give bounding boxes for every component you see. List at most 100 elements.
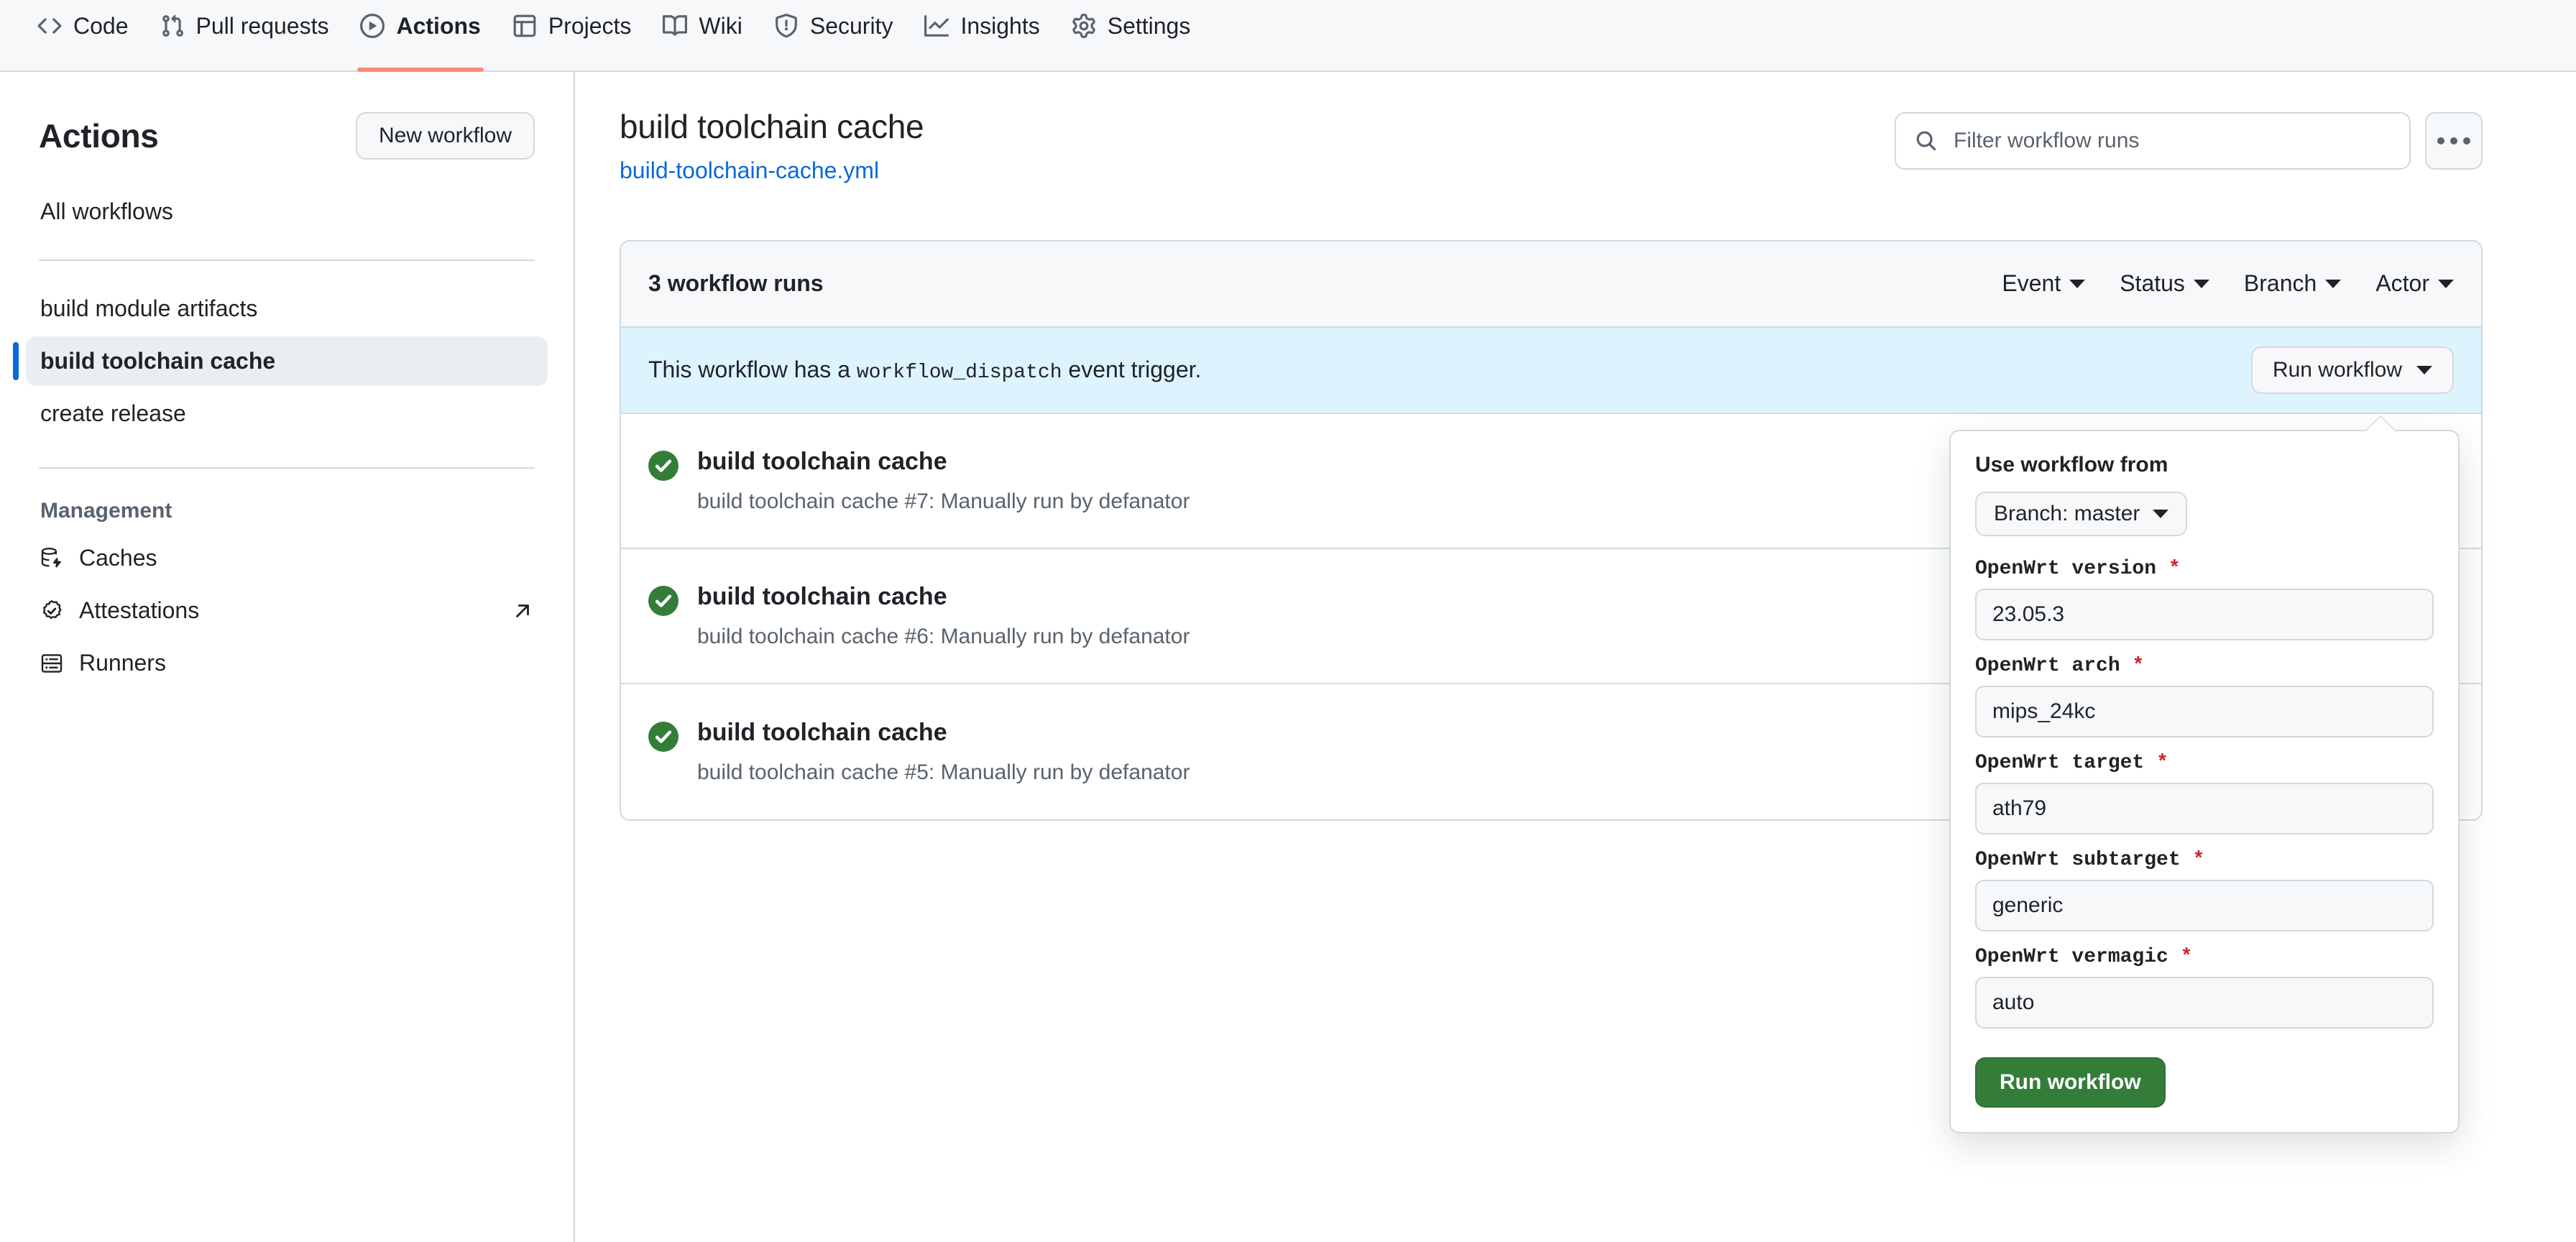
sidebar-item-build-toolchain-cache[interactable]: build toolchain cache: [13, 336, 548, 386]
required-asterisk: *: [2156, 752, 2168, 774]
field-label: OpenWrt version *: [1975, 558, 2434, 580]
workflow-header: build toolchain cache build-toolchain-ca…: [620, 108, 2483, 184]
run-filters: Event Status Branch Actor: [2002, 270, 2454, 297]
chevron-down-icon: [2193, 279, 2209, 288]
nav-tab-actions[interactable]: Actions: [344, 0, 496, 72]
sidebar-item-label: Attestations: [79, 597, 200, 623]
field-label: OpenWrt vermagic *: [1975, 946, 2434, 968]
server-icon: [40, 652, 63, 675]
chevron-down-icon: [2416, 365, 2432, 374]
filter-status[interactable]: Status: [2120, 270, 2209, 297]
sidebar-item-label: build toolchain cache: [40, 348, 276, 374]
run-workflow-button-label: Run workflow: [2272, 357, 2402, 382]
nav-tab-projects[interactable]: Projects: [497, 0, 648, 70]
filter-event[interactable]: Event: [2002, 270, 2086, 297]
workflow-runs-count: 3 workflow runs: [648, 270, 824, 297]
openwrt-target-input[interactable]: [1975, 783, 2434, 834]
kebab-dot: [2463, 137, 2470, 144]
nav-tab-insights[interactable]: Insights: [908, 0, 1055, 70]
page-title: Actions: [39, 117, 159, 155]
nav-tab-settings-label: Settings: [1107, 13, 1191, 39]
nav-tab-pull-requests[interactable]: Pull requests: [144, 0, 345, 70]
kebab-dot: [2450, 137, 2457, 144]
field-label-text: OpenWrt arch: [1975, 655, 2120, 677]
run-workflow-submit-button[interactable]: Run workflow: [1975, 1057, 2166, 1108]
workflow-runs-header: 3 workflow runs Event Status Branch Acto…: [621, 241, 2481, 328]
play-circle-icon: [360, 14, 385, 38]
field-openwrt-arch: OpenWrt arch *: [1975, 655, 2434, 737]
nav-tab-settings[interactable]: Settings: [1056, 0, 1207, 70]
field-openwrt-vermagic: OpenWrt vermagic *: [1975, 946, 2434, 1029]
sidebar-header: Actions New workflow: [26, 72, 548, 160]
use-workflow-from-label: Use workflow from: [1975, 453, 2168, 477]
sidebar-item-create-release[interactable]: create release: [26, 389, 548, 438]
kebab-dot: [2437, 137, 2444, 144]
success-check-icon: [648, 450, 678, 511]
field-label-text: OpenWrt target: [1975, 752, 2145, 774]
openwrt-vermagic-input[interactable]: [1975, 977, 2434, 1029]
filter-label: Status: [2120, 270, 2185, 297]
run-workflow-dropdown-panel: Use workflow from Branch: master OpenWrt…: [1949, 417, 2460, 1133]
actions-sidebar: Actions New workflow All workflows build…: [0, 72, 575, 1242]
chevron-down-icon: [2069, 279, 2086, 288]
nav-tab-projects-label: Projects: [548, 13, 632, 39]
nav-tab-security-label: Security: [809, 13, 893, 39]
nav-tab-actions-label: Actions: [396, 13, 481, 39]
sidebar-item-attestations[interactable]: Attestations: [26, 584, 548, 637]
verified-icon: [40, 599, 63, 622]
git-pull-request-icon: [160, 14, 185, 38]
sidebar-item-build-module-artifacts[interactable]: build module artifacts: [26, 284, 548, 334]
branch-select-button[interactable]: Branch: master: [1975, 492, 2188, 536]
field-label: OpenWrt subtarget *: [1975, 849, 2434, 871]
search-icon: [1915, 129, 1938, 152]
more-options-button[interactable]: [2425, 112, 2483, 170]
cache-icon: [40, 547, 63, 570]
chevron-down-icon: [2438, 279, 2454, 288]
search-placeholder: Filter workflow runs: [1954, 129, 2140, 152]
field-openwrt-target: OpenWrt target *: [1975, 752, 2434, 834]
success-check-icon: [648, 585, 678, 646]
code-icon: [37, 14, 62, 38]
dispatch-text-after: event trigger.: [1068, 356, 1202, 382]
run-workflow-dropdown-button[interactable]: Run workflow: [2250, 346, 2454, 394]
field-label-text: OpenWrt vermagic: [1975, 946, 2168, 968]
management-section-title: Management: [40, 499, 172, 523]
required-asterisk: *: [2132, 655, 2145, 677]
branch-select-label: Branch: master: [1994, 502, 2140, 525]
field-label: OpenWrt target *: [1975, 752, 2434, 774]
field-label-text: OpenWrt subtarget: [1975, 849, 2181, 871]
search-input[interactable]: Filter workflow runs: [1895, 112, 2411, 170]
nav-tab-security[interactable]: Security: [758, 0, 909, 70]
nav-tab-wiki-label: Wiki: [699, 13, 742, 39]
openwrt-subtarget-input[interactable]: [1975, 880, 2434, 932]
workflow-title-block: build toolchain cache build-toolchain-ca…: [620, 108, 924, 184]
sidebar-item-all-workflows[interactable]: All workflows: [26, 188, 548, 235]
sidebar-item-label: Runners: [79, 650, 166, 676]
header-actions: Filter workflow runs: [1895, 108, 2483, 170]
sidebar-item-runners[interactable]: Runners: [26, 637, 548, 689]
sidebar-item-label: build module artifacts: [40, 295, 258, 321]
field-label-text: OpenWrt version: [1975, 558, 2157, 580]
filter-actor[interactable]: Actor: [2375, 270, 2454, 297]
shield-icon: [774, 14, 799, 38]
openwrt-version-input[interactable]: [1975, 589, 2434, 640]
sidebar-item-label: Caches: [79, 545, 157, 571]
filter-label: Branch: [2243, 270, 2317, 297]
graph-icon: [924, 14, 949, 38]
nav-tab-code[interactable]: Code: [22, 0, 144, 70]
field-openwrt-version: OpenWrt version *: [1975, 558, 2434, 640]
nav-tab-wiki[interactable]: Wiki: [647, 0, 758, 70]
workflow-file-link[interactable]: build-toolchain-cache.yml: [620, 157, 879, 184]
workflow-dispatch-banner: This workflow has a workflow_dispatch ev…: [621, 327, 2481, 414]
sidebar-item-caches[interactable]: Caches: [26, 532, 548, 584]
gear-icon: [1072, 14, 1096, 38]
sidebar-item-label: create release: [40, 400, 186, 426]
new-workflow-button[interactable]: New workflow: [355, 112, 535, 160]
nav-tab-code-label: Code: [73, 13, 129, 39]
nav-tab-pull-requests-label: Pull requests: [196, 13, 329, 39]
table-icon: [512, 14, 537, 38]
dispatch-event-code: workflow_dispatch: [856, 361, 1062, 384]
openwrt-arch-input[interactable]: [1975, 686, 2434, 737]
filter-branch[interactable]: Branch: [2243, 270, 2342, 297]
repository-nav: Code Pull requests Actions Projects Wiki…: [0, 0, 2576, 72]
